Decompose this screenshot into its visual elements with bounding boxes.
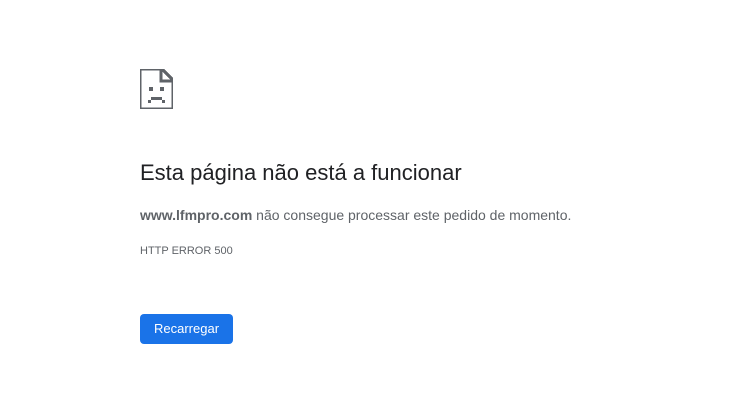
- error-message-text: não consegue processar este pedido de mo…: [252, 207, 572, 223]
- reload-button[interactable]: Recarregar: [140, 314, 234, 344]
- host-name: www.lfmpro.com: [140, 207, 253, 223]
- error-page: Esta página não está a funcionar www.lfm…: [0, 0, 731, 418]
- error-code: HTTP ERROR 500: [140, 245, 233, 257]
- page-title: Esta página não está a funcionar: [140, 160, 462, 185]
- error-message: www.lfmpro.com não consegue processar es…: [140, 205, 571, 225]
- sad-page-icon: [140, 69, 173, 109]
